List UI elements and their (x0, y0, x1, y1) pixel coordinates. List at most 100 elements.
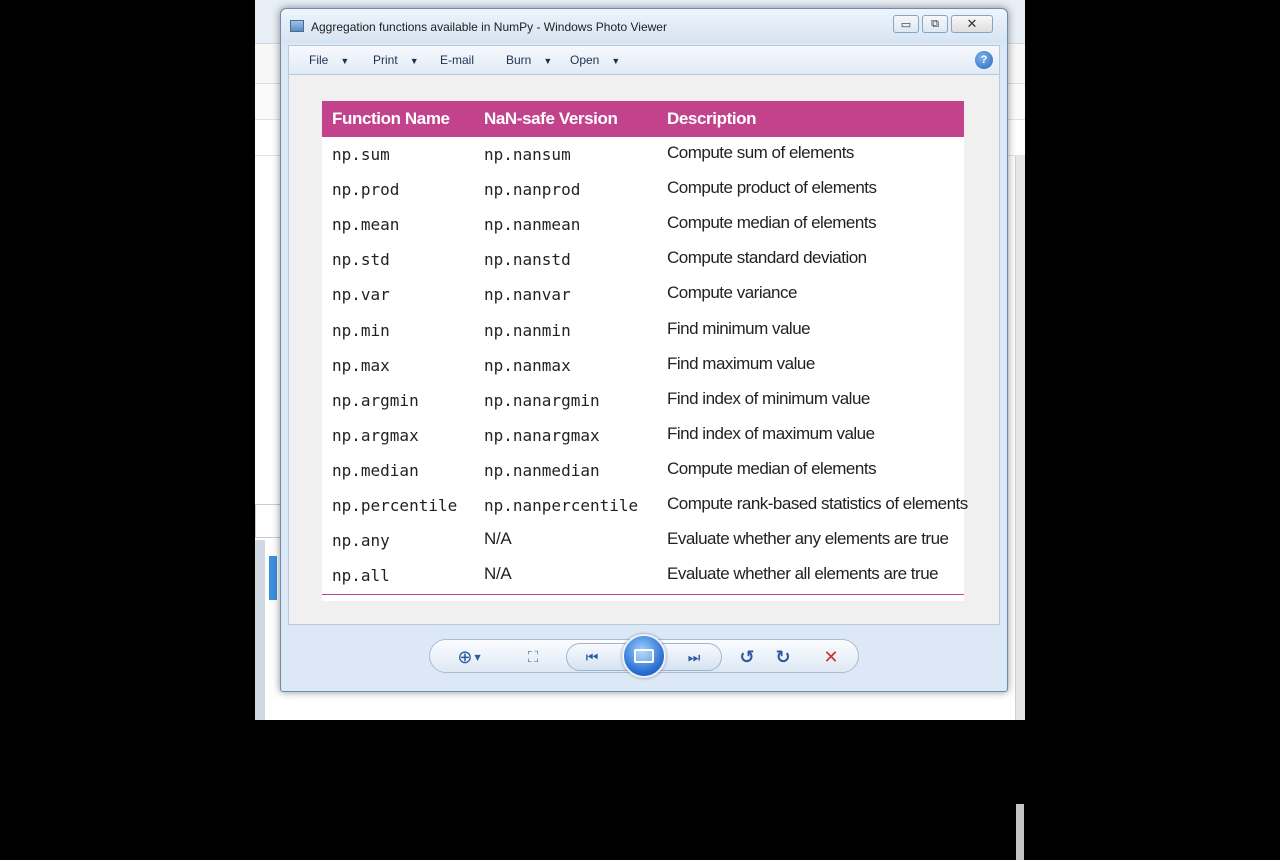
nan-safe-version-cell: np.nanmax (484, 355, 571, 375)
function-name-cell: np.sum (332, 145, 390, 164)
table-row: np.std np.nanstd Compute standard deviatio… (322, 242, 964, 277)
table-row: np.argmax np.nanargmax Find index of maxim… (322, 418, 964, 453)
description-cell: Compute rank-based statistics of element… (667, 494, 968, 513)
table-row: np.median np.nanmedian Compute median of e… (322, 453, 964, 488)
chevron-down-icon: ▼ (611, 56, 621, 66)
menu-file-label: File (309, 53, 329, 67)
previous-icon: ⏮ (585, 650, 599, 666)
menu-email-label: E-mail (440, 53, 475, 67)
function-name-cell: np.argmin (332, 390, 419, 410)
nan-safe-version-cell: np.nanmin (484, 320, 571, 340)
command-bar: File ▼ Print ▼ E-mail Burn ▼ Open ▼ ? (288, 45, 1000, 75)
nan-safe-version-cell: np.nanargmax (484, 425, 600, 445)
chevron-down-icon: ▼ (474, 652, 481, 662)
nan-safe-version-cell: np.nanmean (484, 215, 581, 235)
background-scrollbar[interactable] (1015, 156, 1025, 860)
function-name-cell: np.any (332, 531, 390, 551)
description-cell: Compute sum of elements (667, 143, 854, 162)
help-icon[interactable]: ? (975, 51, 993, 69)
menu-print[interactable]: Print ▼ (373, 53, 419, 67)
close-button[interactable]: ✕ (951, 15, 993, 33)
description-cell: Evaluate whether all elements are true (667, 564, 939, 584)
header-description: Description (667, 109, 757, 128)
delete-button[interactable]: ✕ (818, 644, 844, 670)
rotate-clockwise-button[interactable]: ↻ (770, 644, 796, 670)
rotate-counterclockwise-button[interactable]: ↺ (734, 644, 760, 670)
description-cell: Evaluate whether any elements are true (667, 529, 949, 549)
table-bottom-rule (322, 594, 964, 595)
chevron-down-icon: ▼ (543, 56, 553, 66)
header-function-name: Function Name (332, 109, 450, 128)
table-header-row: Function Name NaN-safe Version Descripti… (322, 101, 964, 137)
nan-safe-version-cell: np.nanvar (484, 285, 571, 305)
function-name-cell: np.var (332, 285, 390, 305)
nan-safe-version-cell: np.nanstd (484, 250, 571, 270)
background-scrollbar-thumb[interactable] (1016, 804, 1024, 860)
slideshow-button[interactable] (622, 634, 666, 678)
nan-safe-version-cell: N/A (484, 529, 512, 549)
displayed-image-table: Function Name NaN-safe Version Descripti… (322, 101, 968, 601)
actual-size-button[interactable]: ⛶ (520, 644, 546, 670)
table-row: np.var np.nanvar Compute variance (322, 277, 964, 312)
header-nan-safe-version: NaN-safe Version (484, 109, 618, 128)
close-icon: ✕ (966, 16, 978, 32)
slideshow-icon (634, 649, 654, 663)
function-name-cell: np.percentile (332, 496, 458, 515)
zoom-icon: ⊕ (457, 646, 473, 668)
description-cell: Compute median of elements (667, 213, 877, 233)
table-row: np.sum np.nansum Compute sum of elements (322, 137, 964, 172)
description-cell: Find minimum value (667, 318, 811, 338)
table-row: np.percentile np.nanpercentile Compute ran… (322, 488, 968, 523)
function-name-cell: np.mean (332, 215, 400, 235)
chevron-down-icon: ▼ (340, 56, 350, 66)
menu-file[interactable]: File ▼ (309, 53, 349, 67)
description-cell: Find maximum value (667, 353, 815, 373)
menu-open-label: Open (570, 53, 600, 67)
title-bar[interactable]: Aggregation functions available in NumPy… (281, 9, 1007, 43)
next-button[interactable]: ⏭ (681, 645, 707, 671)
zoom-button[interactable]: ⊕ ▼ (456, 644, 482, 670)
menu-burn[interactable]: Burn ▼ (506, 53, 552, 67)
fit-window-icon: ⛶ (527, 648, 539, 666)
description-cell: Compute median of elements (667, 458, 877, 478)
photo-viewer-app-icon (290, 20, 304, 32)
description-cell: Compute standard deviation (667, 248, 867, 268)
rotate-ccw-icon: ↺ (739, 646, 755, 668)
nan-safe-version-cell: np.nansum (484, 145, 571, 164)
minimize-button[interactable]: ▭ (893, 15, 919, 33)
table-row: np.all N/A Evaluate whether all elements a… (322, 558, 964, 593)
previous-button[interactable]: ⏮ (579, 645, 605, 671)
table-row: np.any N/A Evaluate whether any elements a… (322, 523, 964, 558)
menu-open[interactable]: Open ▼ (570, 53, 620, 67)
background-left-blue-bar (269, 556, 277, 600)
playback-control-bar: ⊕ ▼ ⛶ ⏮ ⏭ ↺ ↻ ✕ (429, 634, 859, 678)
next-icon: ⏭ (687, 650, 701, 666)
nan-safe-version-cell: np.nanpercentile (484, 496, 639, 515)
rotate-cw-icon: ↻ (775, 646, 791, 668)
description-cell: Find index of maximum value (667, 423, 875, 443)
function-name-cell: np.argmax (332, 425, 419, 445)
table-row: np.min np.nanmin Find minimum value (322, 313, 964, 348)
nan-safe-version-cell: N/A (484, 564, 512, 584)
function-name-cell: np.max (332, 355, 390, 375)
nan-safe-version-cell: np.nanprod (484, 180, 581, 200)
restore-icon: ⧉ (931, 17, 939, 30)
background-left-panel (255, 540, 265, 720)
image-display-area[interactable]: Function Name NaN-safe Version Descripti… (288, 75, 1000, 625)
nan-safe-version-cell: np.nanargmin (484, 390, 600, 410)
function-name-cell: np.std (332, 250, 390, 270)
description-cell: Find index of minimum value (667, 388, 870, 408)
menu-burn-label: Burn (506, 53, 532, 67)
window-title: Aggregation functions available in NumPy… (311, 20, 667, 34)
function-name-cell: np.all (332, 566, 390, 586)
table-row: np.prod np.nanprod Compute product of elem… (322, 172, 964, 207)
chevron-down-icon: ▼ (409, 56, 419, 66)
menu-print-label: Print (373, 53, 398, 67)
restore-button[interactable]: ⧉ (922, 15, 948, 33)
function-name-cell: np.prod (332, 180, 400, 200)
table-row: np.mean np.nanmean Compute median of eleme… (322, 207, 964, 242)
menu-email[interactable]: E-mail (440, 53, 474, 67)
description-cell: Compute variance (667, 283, 797, 303)
photo-viewer-window: Aggregation functions available in NumPy… (280, 8, 1008, 692)
table-row: np.max np.nanmax Find maximum value (322, 348, 964, 383)
